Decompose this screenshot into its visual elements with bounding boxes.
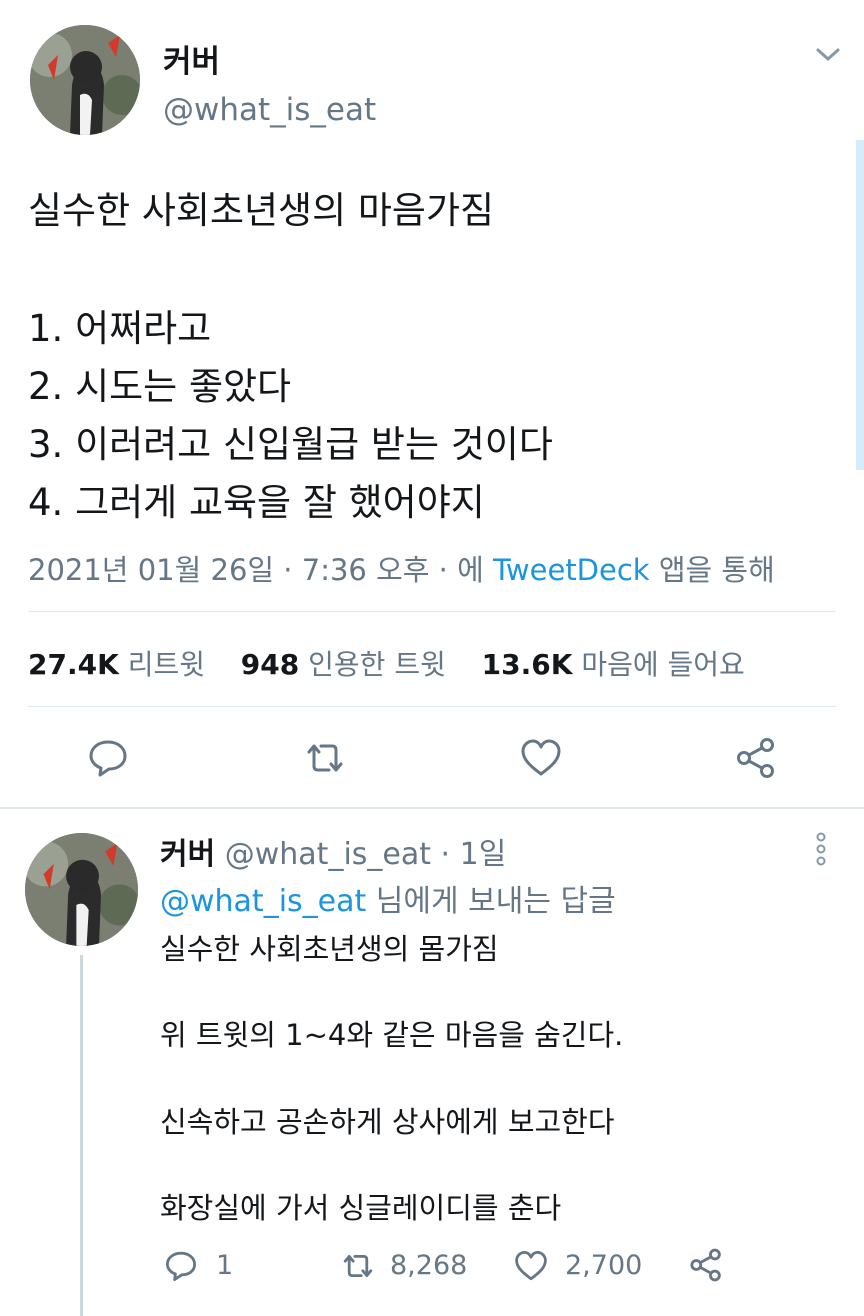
reply-line-3: 신속하고 공손하게 상사에게 보고한다 bbox=[160, 1105, 615, 1139]
retweet-count: 8,268 bbox=[390, 1250, 468, 1281]
main-tweet-line-4: 4. 그러게 교육을 잘 했어야지 bbox=[28, 481, 485, 524]
scrollbar[interactable] bbox=[856, 140, 864, 470]
reply-author-name[interactable]: 커버 bbox=[160, 837, 215, 872]
main-author-name[interactable]: 커버 bbox=[163, 36, 220, 81]
thread-line bbox=[80, 955, 83, 1316]
main-tweet-line-1: 1. 어쩌라고 bbox=[28, 307, 212, 350]
main-avatar[interactable] bbox=[30, 25, 140, 135]
reply-icon[interactable] bbox=[87, 738, 129, 778]
tweet-source-link[interactable]: TweetDeck bbox=[493, 553, 650, 587]
reply-header: 커버 @what_is_eat · 1일 bbox=[160, 829, 506, 873]
retweet-icon[interactable] bbox=[301, 738, 349, 778]
divider bbox=[28, 706, 836, 707]
tweet-meta: 2021년 01월 26일 · 7:36 오후 · 에 TweetDeck 앱을… bbox=[28, 547, 775, 589]
reply-line-2: 위 트윗의 1~4와 같은 마음을 숨긴다. bbox=[160, 1018, 624, 1052]
more-vertical-icon[interactable] bbox=[815, 832, 827, 866]
share-icon[interactable] bbox=[734, 737, 778, 779]
reply-avatar[interactable] bbox=[25, 833, 138, 946]
tweet-source-suffix: 앱을 통해 bbox=[649, 553, 775, 587]
reply-to-handle[interactable]: @what_is_eat bbox=[160, 884, 366, 919]
divider bbox=[0, 807, 864, 809]
divider bbox=[28, 611, 836, 612]
reply-to-line: @what_is_eat 님에게 보내는 답글 bbox=[160, 876, 616, 920]
heart-icon[interactable] bbox=[513, 1250, 549, 1282]
reply-to-suffix: 님에게 보내는 답글 bbox=[366, 884, 616, 919]
reply-icon[interactable] bbox=[164, 1250, 198, 1282]
quotes-count: 948 bbox=[240, 648, 300, 681]
main-tweet-title-line: 실수한 사회초년생의 마음가짐 bbox=[28, 189, 495, 232]
retweets-stat[interactable]: 27.4K 리트윗 bbox=[28, 648, 205, 681]
like-count: 2,700 bbox=[565, 1250, 643, 1281]
main-tweet-line-3: 3. 이러려고 신입월급 받는 것이다 bbox=[28, 423, 553, 466]
reply-author-handle[interactable]: @what_is_eat · 1일 bbox=[225, 837, 507, 872]
reply-line-1: 실수한 사회초년생의 몸가짐 bbox=[160, 932, 499, 966]
likes-stat[interactable]: 13.6K 마음에 들어요 bbox=[482, 648, 745, 681]
retweets-label: 리트윗 bbox=[127, 648, 205, 681]
share-icon[interactable] bbox=[688, 1248, 724, 1282]
reply-count: 1 bbox=[216, 1250, 234, 1281]
retweet-icon[interactable] bbox=[338, 1250, 378, 1282]
likes-count: 13.6K bbox=[481, 648, 573, 681]
quotes-label: 인용한 트윗 bbox=[308, 648, 446, 681]
quotes-stat[interactable]: 948 인용한 트윗 bbox=[241, 648, 446, 681]
heart-icon[interactable] bbox=[519, 738, 563, 778]
tweet-timestamp[interactable]: 2021년 01월 26일 · 7:36 오후 · 에 bbox=[28, 553, 493, 587]
likes-label: 마음에 들어요 bbox=[581, 648, 745, 681]
chevron-down-icon[interactable] bbox=[815, 46, 841, 64]
reply-line-4: 화장실에 가서 싱글레이디를 춘다 bbox=[160, 1191, 562, 1225]
main-tweet-line-2: 2. 시도는 좋았다 bbox=[28, 365, 292, 408]
main-author-handle[interactable]: @what_is_eat bbox=[163, 92, 376, 128]
tweet-stats: 27.4K 리트윗 948 인용한 트윗 13.6K 마음에 들어요 bbox=[28, 643, 745, 683]
retweets-count: 27.4K bbox=[28, 648, 119, 681]
